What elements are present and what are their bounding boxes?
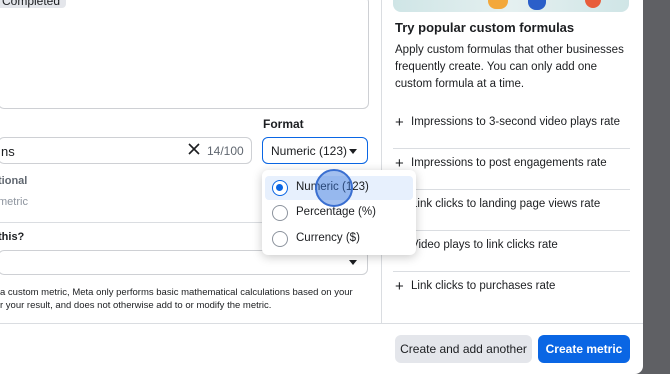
radio-button[interactable]: [272, 205, 288, 221]
create-and-add-another-button[interactable]: Create and add another: [395, 335, 532, 363]
formula-item[interactable]: + Impressions to post engagements rate: [393, 149, 630, 190]
caret-down-icon: [349, 149, 357, 154]
column-divider: [381, 0, 382, 323]
option-label: Currency ($): [296, 232, 360, 244]
panel-description: Apply custom formulas that other busines…: [395, 44, 624, 90]
plus-icon: +: [395, 155, 404, 172]
format-selected-value: Numeric (123): [271, 144, 348, 158]
custom-metric-dialog: Completed Format ns 14/100 Numeric (123)…: [0, 0, 643, 374]
panel-title: Try popular custom formulas: [395, 20, 575, 35]
plus-icon: +: [395, 278, 404, 295]
plus-icon: +: [395, 114, 404, 131]
metric-name-input[interactable]: ns 14/100: [0, 137, 252, 164]
disclaimer-text: a custom metric, Meta only performs basi…: [0, 287, 353, 298]
character-counter: 14/100: [207, 144, 244, 158]
disclaimer-text: r your result, and does not otherwise ad…: [0, 300, 272, 311]
radio-button[interactable]: [272, 180, 288, 196]
formula-item[interactable]: + Impressions to 3-second video plays ra…: [393, 108, 630, 149]
formula-item[interactable]: + Video plays to link clicks rate: [393, 231, 630, 272]
format-option-currency[interactable]: Currency ($): [265, 227, 413, 251]
click-indicator: [315, 169, 353, 207]
formulas-illustration: [393, 0, 629, 12]
footer-divider: [0, 323, 643, 324]
format-select[interactable]: Numeric (123): [262, 137, 368, 164]
option-label: Percentage (%): [296, 206, 376, 218]
caret-down-icon: [349, 260, 357, 265]
create-metric-button[interactable]: Create metric: [538, 335, 630, 363]
formula-item[interactable]: + Link clicks to landing page views rate: [393, 190, 630, 231]
description-label: tional: [0, 175, 28, 187]
level-question-label: this?: [0, 231, 25, 243]
formula-item[interactable]: + Link clicks to purchases rate: [393, 272, 630, 313]
description-input[interactable]: metric: [0, 196, 260, 216]
radio-button[interactable]: [272, 231, 288, 247]
formula-label: Link clicks to landing page views rate: [411, 198, 601, 210]
formula-label: Impressions to post engagements rate: [411, 157, 607, 169]
metric-name-value: ns: [1, 144, 15, 159]
formula-label: Impressions to 3-second video plays rate: [411, 116, 621, 128]
completed-badge: Completed: [0, 0, 67, 8]
formula-label: Video plays to link clicks rate: [411, 239, 558, 251]
formula-editor[interactable]: [0, 0, 369, 109]
formula-label: Link clicks to purchases rate: [411, 280, 556, 292]
format-label: Format: [263, 117, 304, 131]
close-icon[interactable]: [187, 142, 201, 156]
